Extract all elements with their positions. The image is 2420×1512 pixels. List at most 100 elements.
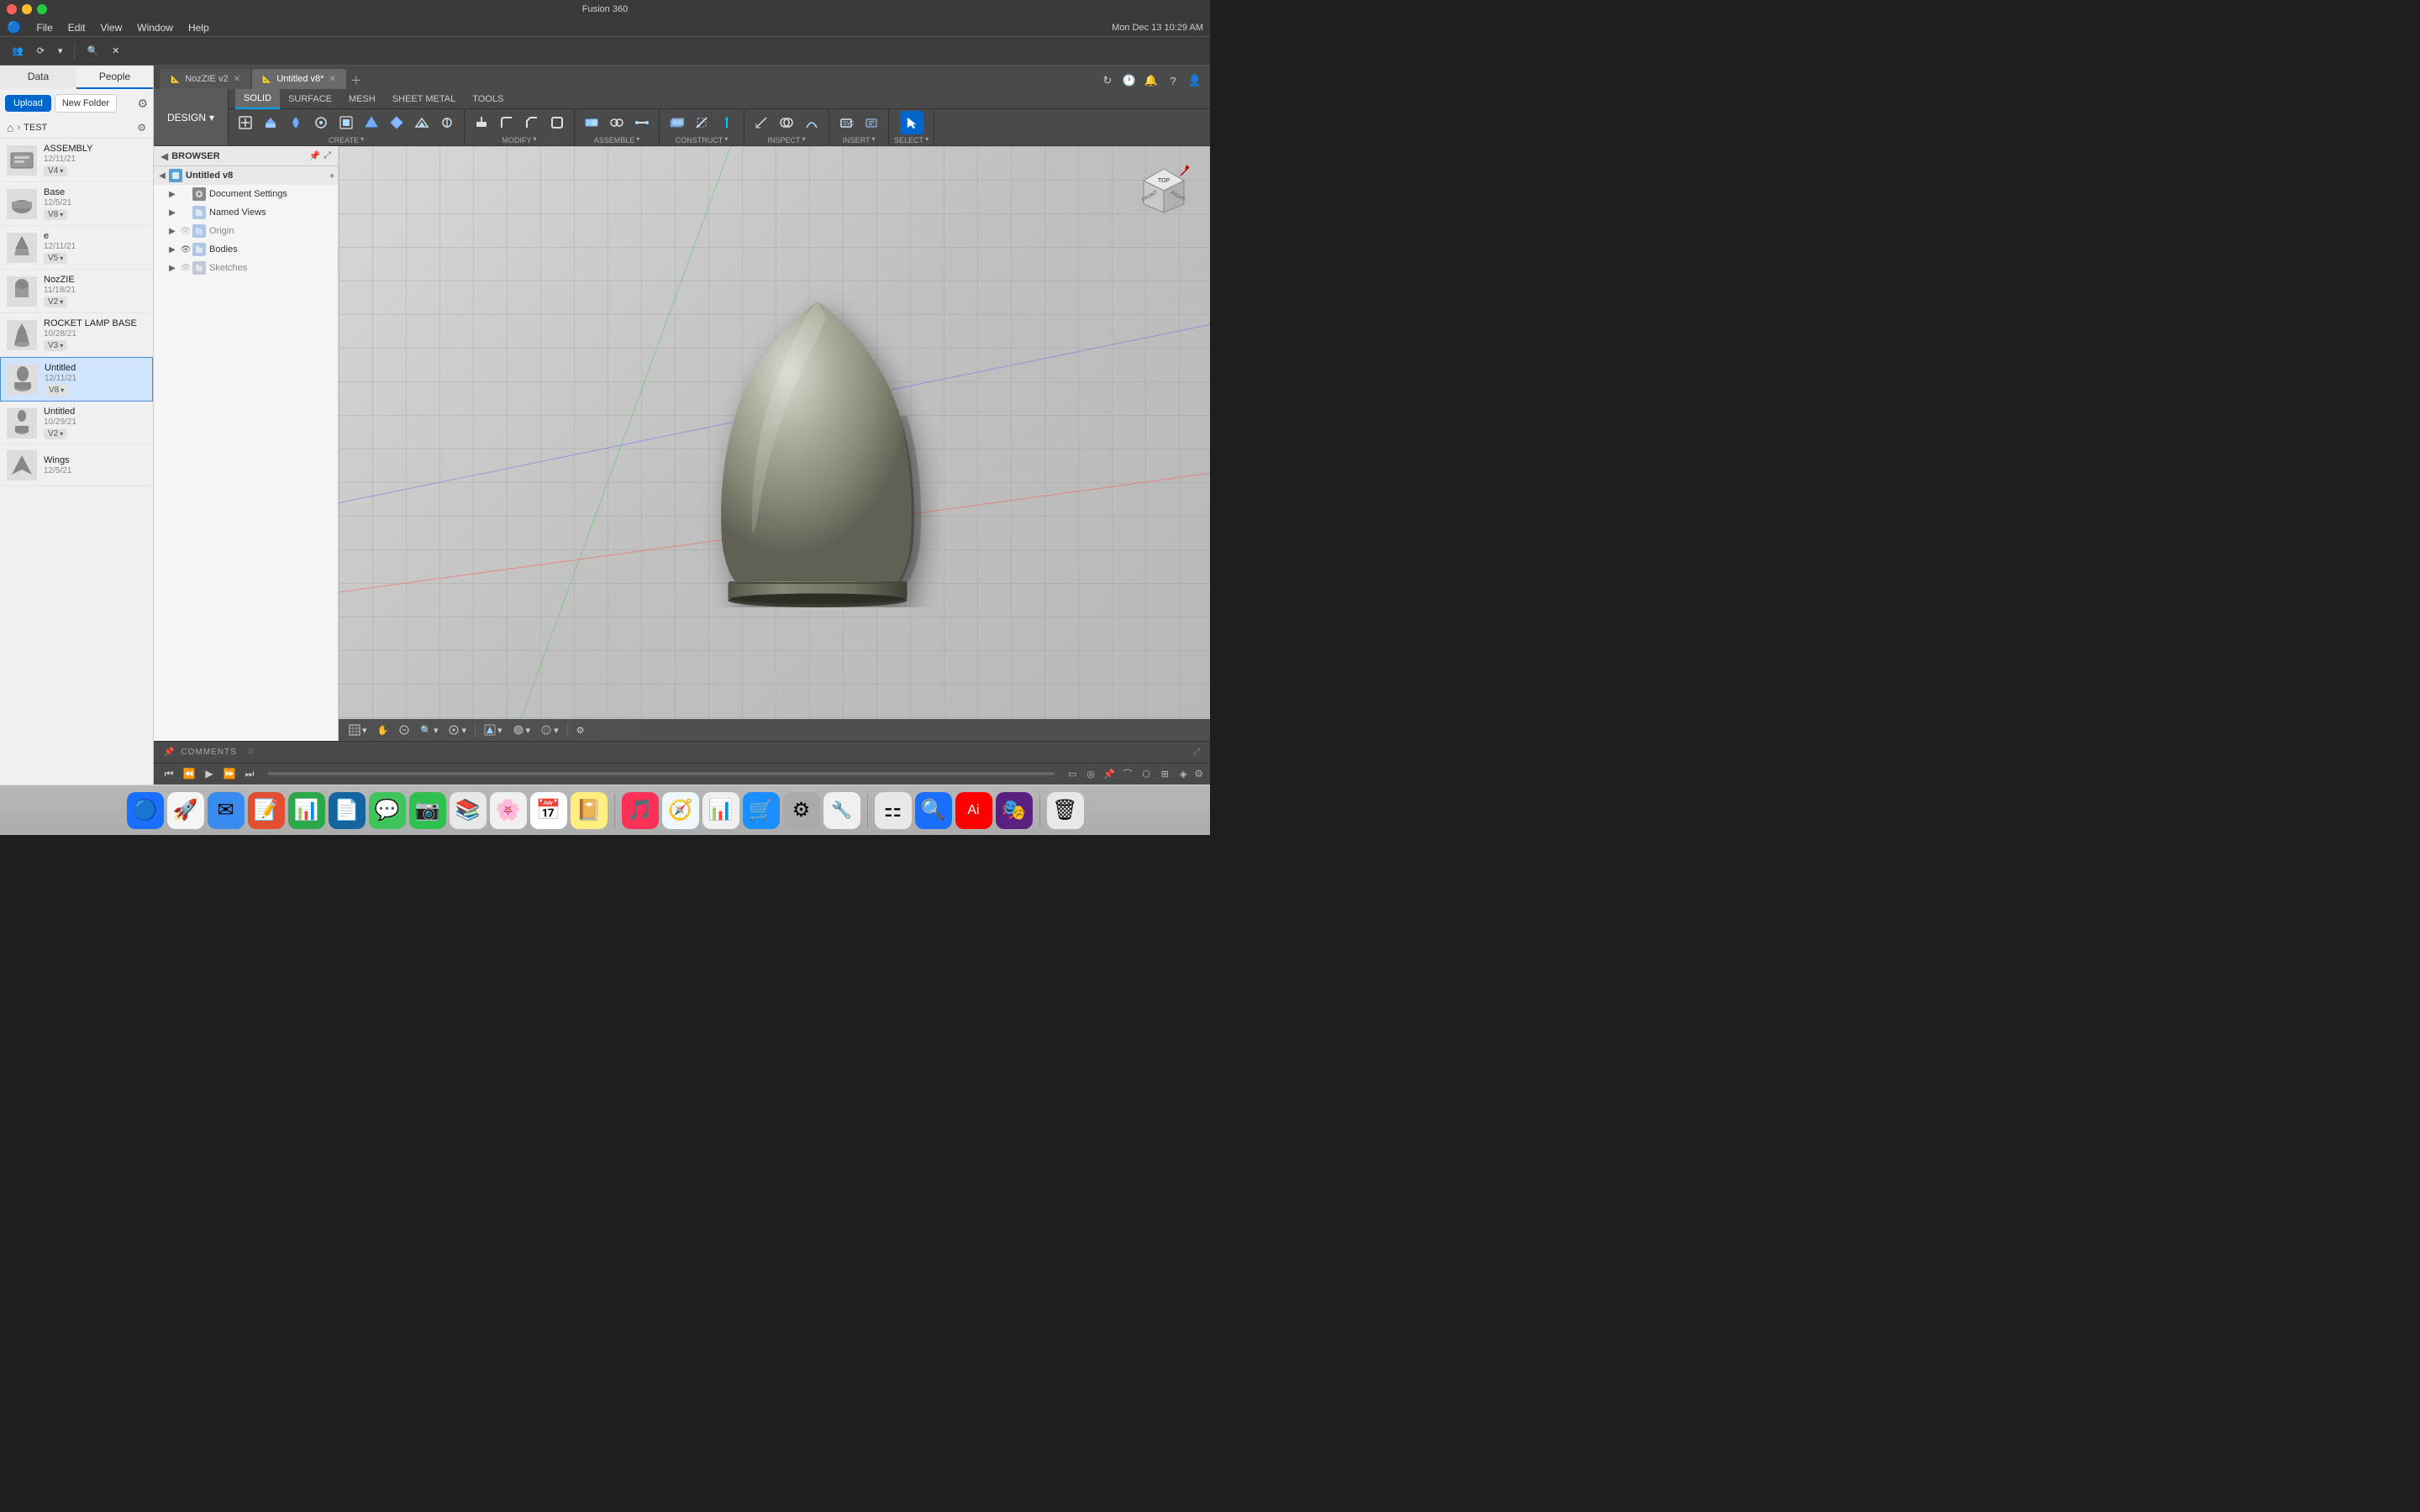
ribbon-tab-solid[interactable]: SOLID (235, 89, 280, 109)
tab-untitled-close[interactable]: ✕ (329, 75, 335, 84)
inspect-measure-btn[interactable] (750, 111, 773, 134)
ribbon-tab-surface[interactable]: SURFACE (280, 89, 340, 109)
breadcrumb-home[interactable]: ⌂ (7, 121, 13, 134)
dock-appstore[interactable]: 🛒 (743, 792, 780, 829)
timeline-joint-icon[interactable]: ⊞ (1157, 766, 1172, 781)
dock-activity[interactable]: 📊 (702, 792, 739, 829)
modify-shell-btn[interactable] (545, 111, 569, 134)
tree-expand-origin[interactable]: ▶ (166, 224, 179, 238)
create-emboss-btn[interactable] (410, 111, 434, 134)
comments-settings[interactable]: ⚙ (247, 748, 255, 757)
tree-item-origin[interactable]: ▶ 👁 Origin (154, 222, 338, 240)
timeline-play-btn[interactable]: ▶ (201, 765, 218, 782)
select-label-row[interactable]: SELECT ▾ (894, 134, 929, 144)
timeline-prev-btn[interactable]: ⏪ (181, 765, 197, 782)
tree-item-sketches[interactable]: ▶ 👁 Sketches (154, 259, 338, 277)
modify-label-row[interactable]: MODIFY ▾ (502, 134, 537, 144)
dock-numbers[interactable]: 📊 (288, 792, 325, 829)
inspect-curvature-btn[interactable] (800, 111, 823, 134)
create-loft-btn[interactable] (334, 111, 358, 134)
tab-nozzle-close[interactable]: ✕ (234, 75, 240, 84)
new-folder-button[interactable]: New Folder (55, 94, 117, 113)
create-mirror-btn[interactable] (435, 111, 459, 134)
construct-axis-btn[interactable] (715, 111, 739, 134)
list-item[interactable]: NozZIE 11/18/21 V2 ▾ (0, 270, 153, 313)
dock-fusion[interactable]: 🔧 (823, 792, 860, 829)
ribbon-tab-tools[interactable]: TOOLS (464, 89, 512, 109)
upload-button[interactable]: Upload (5, 95, 51, 112)
construct-label-row[interactable]: CONSTRUCT ▾ (676, 134, 729, 144)
assemble-joint-btn[interactable] (605, 111, 629, 134)
create-web-btn[interactable] (385, 111, 408, 134)
menu-view[interactable]: View (93, 20, 129, 35)
dock-unknown[interactable]: 🎭 (996, 792, 1033, 829)
tree-item-named-views[interactable]: ▶ Named Views (154, 203, 338, 222)
create-extrude-btn[interactable] (259, 111, 282, 134)
toolbar-close[interactable]: ✕ (107, 43, 124, 59)
assemble-new-component-btn[interactable] (580, 111, 603, 134)
dock-messages[interactable]: 💬 (369, 792, 406, 829)
tab-people[interactable]: People (76, 66, 153, 89)
tab-icon-user[interactable]: 👤 (1186, 72, 1203, 89)
dock-facetime[interactable]: 📷 (409, 792, 446, 829)
tree-eye-origin[interactable]: 👁 (179, 224, 192, 238)
tab-untitled[interactable]: 📐 Untitled v8* ✕ (252, 69, 346, 89)
create-revolve-btn[interactable] (284, 111, 308, 134)
dock-finder[interactable]: 🔵 (127, 792, 164, 829)
view-cube[interactable]: TOP RIGHT FRONT (1134, 163, 1193, 222)
dock-mail[interactable]: ✉ (208, 792, 245, 829)
dock-systemprefs[interactable]: ⚙ (783, 792, 820, 829)
file-version[interactable]: V3 ▾ (44, 340, 67, 351)
timeline-object-icon[interactable]: ⬡ (1139, 766, 1154, 781)
tree-item-root[interactable]: ◀ Untitled v8 ● (154, 166, 338, 185)
toolbar-people-btn[interactable]: 👥 (7, 43, 29, 59)
ribbon-tab-sheet-metal[interactable]: SHEET METAL (384, 89, 464, 109)
browser-expand-btn[interactable]: ⤢ (324, 150, 331, 161)
file-version[interactable]: V8 ▾ (45, 385, 68, 396)
comments-expand-btn[interactable]: ⤢ (1193, 748, 1200, 757)
breadcrumb-settings[interactable]: ⚙ (137, 122, 146, 134)
toolbar-undo-history[interactable]: ⟳ (32, 43, 50, 59)
menu-file[interactable]: File (29, 20, 59, 35)
dock-adobe[interactable]: Ai (955, 792, 992, 829)
menu-edit[interactable]: Edit (61, 20, 92, 35)
tree-item-doc-settings[interactable]: ▶ Document Settings (154, 185, 338, 203)
tab-icon-help[interactable]: ? (1165, 72, 1181, 89)
modify-chamfer-btn[interactable] (520, 111, 544, 134)
browser-pin-btn[interactable]: 📌 (308, 150, 320, 161)
tree-eye-bodies[interactable]: 👁 (179, 243, 192, 256)
create-rib-btn[interactable] (360, 111, 383, 134)
dock-proxyman[interactable]: 🔍 (915, 792, 952, 829)
insert-svg-btn[interactable]: SVG (834, 111, 858, 134)
vp-grid-btn[interactable]: ▾ (345, 722, 371, 738)
modify-fillet-btn[interactable] (495, 111, 518, 134)
tree-item-bodies[interactable]: ▶ 👁 Bodies (154, 240, 338, 259)
timeline-next-btn[interactable]: ⏩ (221, 765, 238, 782)
dock-trash[interactable]: 🗑 (1047, 792, 1084, 829)
add-tab-button[interactable]: ＋ (348, 72, 365, 89)
timeline-component-icon[interactable]: ◈ (1176, 766, 1191, 781)
toolbar-more[interactable]: ▾ (53, 43, 68, 59)
inspect-interference-btn[interactable] (775, 111, 798, 134)
vp-grid-settings-btn[interactable]: ⚙ (573, 723, 588, 738)
vp-display-mode-btn[interactable]: ▾ (481, 722, 506, 738)
timeline-circle-icon[interactable]: ◎ (1083, 766, 1098, 781)
vp-environment-btn[interactable]: ▾ (537, 722, 562, 738)
file-version[interactable]: V2 ▾ (44, 428, 67, 439)
menu-help[interactable]: Help (182, 20, 216, 35)
dock-pages[interactable]: 📝 (248, 792, 285, 829)
list-item[interactable]: Wings 12/5/21 (0, 445, 153, 486)
file-version[interactable]: V4 ▾ (44, 165, 67, 176)
create-sweep-btn[interactable] (309, 111, 333, 134)
tab-data[interactable]: Data (0, 66, 76, 89)
list-item[interactable]: Base 12/5/21 V8 ▾ (0, 182, 153, 226)
dock-photos[interactable]: 🌸 (490, 792, 527, 829)
timeline-square-icon[interactable]: ▭ (1065, 766, 1080, 781)
timeline-start-btn[interactable]: ⏮ (160, 765, 177, 782)
tab-icon-refresh[interactable]: ↻ (1099, 72, 1116, 89)
list-item[interactable]: ROCKET LAMP BASE 10/28/21 V3 ▾ (0, 313, 153, 357)
list-item[interactable]: e 12/11/21 V5 ▾ (0, 226, 153, 270)
construct-offset-work-plane-btn[interactable] (690, 111, 713, 134)
construct-offset-plane-btn[interactable] (665, 111, 688, 134)
dock-keynote[interactable]: 📄 (329, 792, 366, 829)
